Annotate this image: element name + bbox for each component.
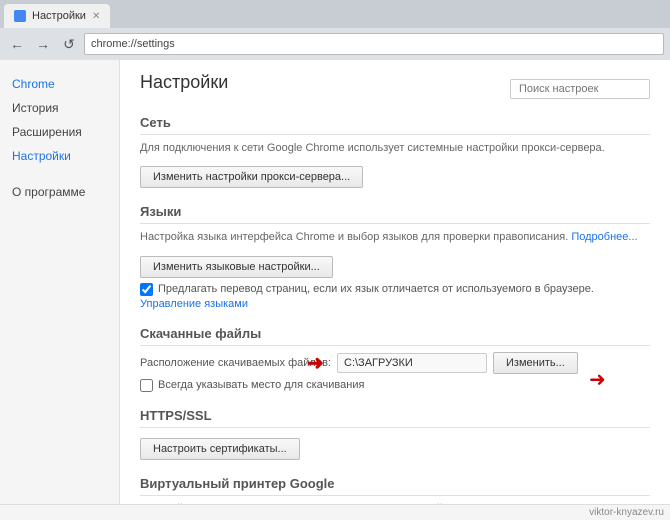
sidebar-item-about[interactable]: О программе: [0, 180, 119, 204]
browser-content: Chrome История Расширения Настройки О пр…: [0, 60, 670, 504]
footer-credit: viktor-knyazev.ru: [0, 504, 670, 520]
main-content: Настройки Сеть Для подключения к сети Go…: [120, 60, 670, 504]
languages-more-link[interactable]: Подробнее...: [571, 231, 637, 243]
network-title: Сеть: [140, 115, 650, 135]
downloads-row: Расположение скачиваемых файлов: ➜ ➜ Изм…: [140, 352, 650, 374]
tab-favicon: [14, 10, 26, 22]
network-desc: Для подключения к сети Google Chrome исп…: [140, 141, 650, 156]
forward-button[interactable]: →: [32, 33, 54, 55]
sidebar-item-history[interactable]: История: [0, 96, 119, 120]
section-downloads: Скачанные файлы Расположение скачиваемых…: [140, 326, 650, 392]
ask-location-checkbox[interactable]: [140, 379, 153, 392]
manage-languages-link[interactable]: Управление языками: [140, 298, 650, 310]
section-cloud-print: Виртуальный принтер Google Настройка при…: [140, 476, 650, 504]
arrow-left-indicator: ➜: [307, 350, 324, 375]
section-languages: Языки Настройка языка интерфейса Chrome …: [140, 204, 650, 309]
https-title: HTTPS/SSL: [140, 408, 650, 428]
arrow-right-indicator: ➜: [589, 367, 606, 392]
section-network: Сеть Для подключения к сети Google Chrom…: [140, 115, 650, 188]
language-settings-button[interactable]: Изменить языковые настройки...: [140, 256, 333, 278]
page-title: Настройки: [140, 72, 228, 93]
sidebar-item-extensions[interactable]: Расширения: [0, 120, 119, 144]
search-input[interactable]: [510, 79, 650, 99]
section-https: HTTPS/SSL Настроить сертификаты...: [140, 408, 650, 460]
address-bar[interactable]: chrome://settings: [84, 33, 664, 55]
browser-frame: Настройки ✕ ← → ↺ chrome://settings Chro…: [0, 0, 670, 520]
proxy-settings-button[interactable]: Изменить настройки прокси-сервера...: [140, 166, 363, 188]
tab-close-button[interactable]: ✕: [92, 11, 100, 22]
sidebar-item-settings[interactable]: Настройки: [0, 144, 119, 168]
back-button[interactable]: ←: [6, 33, 28, 55]
address-text: chrome://settings: [91, 38, 175, 50]
translate-label: Предлагать перевод страниц, если их язык…: [158, 283, 594, 295]
tab-bar: Настройки ✕: [0, 0, 670, 28]
downloads-path-input[interactable]: [337, 353, 487, 373]
sidebar-item-chrome[interactable]: Chrome: [0, 72, 119, 96]
ask-location-checkbox-row: Всегда указывать место для скачивания: [140, 379, 650, 392]
change-location-button[interactable]: Изменить...: [493, 352, 578, 374]
cloud-print-desc: Настройка принтеров с помощью технологии…: [140, 502, 650, 504]
cloud-print-title: Виртуальный принтер Google: [140, 476, 650, 496]
languages-desc: Настройка языка интерфейса Chrome и выбо…: [140, 230, 650, 245]
downloads-title: Скачанные файлы: [140, 326, 650, 346]
refresh-button[interactable]: ↺: [58, 33, 80, 55]
sidebar: Chrome История Расширения Настройки О пр…: [0, 60, 120, 504]
translate-checkbox-row: Предлагать перевод страниц, если их язык…: [140, 283, 650, 296]
cloud-print-more-link[interactable]: Подробнее...: [532, 503, 598, 504]
ask-location-label: Всегда указывать место для скачивания: [158, 379, 364, 391]
active-tab[interactable]: Настройки ✕: [4, 4, 110, 28]
downloads-location-label: Расположение скачиваемых файлов:: [140, 357, 331, 369]
tab-label: Настройки: [32, 10, 86, 22]
address-bar-row: ← → ↺ chrome://settings: [0, 28, 670, 60]
certs-button[interactable]: Настроить сертификаты...: [140, 438, 300, 460]
header-row: Настройки: [140, 72, 650, 105]
translate-checkbox[interactable]: [140, 283, 153, 296]
languages-title: Языки: [140, 204, 650, 224]
